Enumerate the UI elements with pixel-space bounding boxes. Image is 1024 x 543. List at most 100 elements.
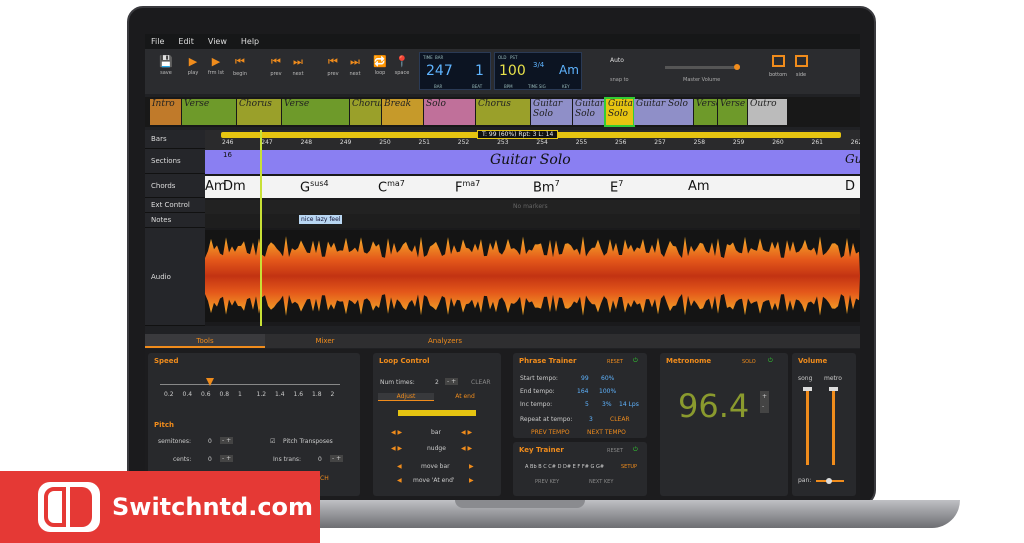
snap-value[interactable]: Auto bbox=[610, 57, 624, 64]
loop-adjust-bar[interactable] bbox=[398, 410, 476, 416]
save-button[interactable]: 💾 save bbox=[155, 55, 177, 76]
nudge-right-arrows[interactable]: ◀ ▶ bbox=[461, 445, 472, 452]
prev-bar-button[interactable]: ⏮ prev bbox=[265, 55, 287, 77]
overview-section[interactable]: Verse bbox=[694, 99, 717, 125]
menu-file[interactable]: File bbox=[151, 37, 164, 46]
master-volume-knob[interactable] bbox=[734, 64, 740, 70]
tab-analyzers[interactable]: Analyzers bbox=[385, 334, 505, 348]
metronome-stepper[interactable]: + - bbox=[760, 391, 770, 413]
chord-label[interactable]: Dm bbox=[223, 179, 246, 194]
semitones-stepper[interactable]: - + bbox=[220, 437, 234, 444]
overview-section[interactable]: Intro bbox=[150, 99, 181, 125]
overview-section[interactable]: Verse bbox=[182, 99, 236, 125]
menu-view[interactable]: View bbox=[208, 37, 227, 46]
song-volume-slider[interactable] bbox=[803, 387, 812, 465]
nudge-left-arrows[interactable]: ◀ ▶ bbox=[391, 445, 402, 452]
pitch-transposes-checkbox[interactable]: ☑ bbox=[270, 438, 275, 445]
key-setup-button[interactable]: SETUP bbox=[621, 464, 637, 470]
key-list[interactable]: A Bb B C C# D D# E F F# G G# bbox=[525, 464, 604, 470]
speed-scale-label: 1.4 bbox=[275, 391, 285, 398]
overview-section[interactable]: Guitar Solo bbox=[604, 97, 635, 127]
num-times-stepper[interactable]: - + bbox=[445, 378, 459, 385]
side-panel-button[interactable]: side bbox=[790, 55, 812, 78]
metronome-power-icon[interactable]: ⏻ bbox=[768, 357, 773, 365]
num-times-clear-button[interactable]: CLEAR bbox=[471, 379, 491, 386]
tab-adjust[interactable]: Adjust bbox=[378, 393, 434, 401]
move-at-end-right[interactable]: ▶ bbox=[469, 477, 474, 484]
note-marker[interactable]: nice lazy feel bbox=[299, 215, 343, 224]
phrase-reset-button[interactable]: RESET bbox=[607, 359, 623, 365]
space-button[interactable]: 📍 space bbox=[391, 55, 413, 76]
metro-volume-slider[interactable] bbox=[829, 387, 838, 465]
move-at-end-left[interactable]: ◀ bbox=[397, 477, 402, 484]
speed-knob[interactable] bbox=[206, 378, 214, 386]
track-bars[interactable]: Bars bbox=[145, 130, 205, 149]
move-bar-right[interactable]: ▶ bbox=[469, 463, 474, 470]
overview-section[interactable]: Verse bbox=[718, 99, 747, 125]
chord-label[interactable]: Fma7 bbox=[455, 179, 480, 195]
bar-left-arrows[interactable]: ◀ ▶ bbox=[391, 429, 402, 436]
chord-label[interactable]: Bm7 bbox=[533, 179, 560, 195]
song-overview[interactable]: IntroVerseChorusVerseChorusBreakSoloChor… bbox=[145, 97, 860, 127]
prev-section-button[interactable]: ⏮ prev bbox=[322, 55, 344, 77]
cents-stepper[interactable]: - + bbox=[220, 455, 234, 462]
overview-section[interactable]: Chorus bbox=[237, 99, 281, 125]
overview-section[interactable]: Guitar Solo bbox=[531, 99, 572, 125]
tab-tools[interactable]: Tools bbox=[145, 334, 265, 348]
master-volume-slider[interactable] bbox=[665, 64, 740, 70]
play-button[interactable]: ▶ play bbox=[182, 55, 204, 76]
prev-key-button[interactable]: PREV KEY bbox=[535, 479, 559, 485]
tab-at-end[interactable]: At end bbox=[437, 393, 493, 400]
phrase-clear-button[interactable]: CLEAR bbox=[610, 416, 630, 423]
key-power-icon[interactable]: ⏻ bbox=[633, 446, 638, 454]
playhead[interactable] bbox=[260, 130, 262, 326]
menu-edit[interactable]: Edit bbox=[178, 37, 194, 46]
chord-label[interactable]: E7 bbox=[610, 179, 623, 195]
panel-side-icon bbox=[794, 55, 808, 67]
chord-root: E bbox=[610, 180, 619, 196]
bar-right-arrows[interactable]: ◀ ▶ bbox=[461, 429, 472, 436]
notes-lane[interactable]: nice lazy feel bbox=[205, 214, 860, 228]
begin-button[interactable]: ⏮ begin bbox=[229, 55, 251, 77]
bar-ruler[interactable]: T: 99 (60%) Rpt: 3 L: 14 246 247 248 249 250… bbox=[205, 130, 860, 150]
chord-lane[interactable]: Am Dm Gsus4 Cma7 Fma7 Bm7 E7 Am D bbox=[205, 176, 860, 198]
next-section-button[interactable]: ⏭ next bbox=[344, 55, 366, 77]
metronome-solo-button[interactable]: SOLO bbox=[742, 359, 756, 365]
key-reset-button[interactable]: RESET bbox=[607, 448, 623, 454]
chord-label[interactable]: Gsus4 bbox=[300, 179, 329, 195]
overview-section[interactable]: Verse bbox=[282, 99, 349, 125]
audio-waveform[interactable] bbox=[205, 230, 860, 322]
overview-section[interactable]: Chorus bbox=[476, 99, 530, 125]
tab-mixer[interactable]: Mixer bbox=[265, 334, 385, 348]
play-from-last-button[interactable]: ▶ frm lst bbox=[205, 55, 227, 76]
chord-label[interactable]: Cma7 bbox=[378, 179, 405, 195]
overview-section[interactable]: Guitar Solo bbox=[573, 99, 605, 125]
overview-section[interactable]: Guitar Solo bbox=[634, 99, 693, 125]
speed-slider[interactable] bbox=[160, 384, 340, 385]
overview-section[interactable]: Solo bbox=[424, 99, 475, 125]
track-sections[interactable]: Sections bbox=[145, 149, 205, 174]
track-ext-control[interactable]: Ext Control bbox=[145, 198, 205, 213]
ins-trans-stepper[interactable]: - + bbox=[330, 455, 344, 462]
ins-trans-value: 0 bbox=[318, 456, 322, 463]
overview-section[interactable]: Outro bbox=[748, 99, 787, 125]
next-bar-button[interactable]: ⏭ next bbox=[287, 55, 309, 77]
prev-tempo-button[interactable]: PREV TEMPO bbox=[531, 429, 570, 436]
track-audio[interactable]: Audio bbox=[145, 228, 205, 326]
section-lane[interactable]: 16 Guitar Solo Gu bbox=[205, 150, 860, 174]
overview-section[interactable]: Break bbox=[382, 99, 423, 125]
ext-control-lane[interactable]: No markers bbox=[205, 200, 860, 214]
chord-label[interactable]: Am bbox=[688, 179, 710, 194]
overview-section[interactable]: Chorus bbox=[350, 99, 381, 125]
loop-button[interactable]: 🔁 loop bbox=[369, 55, 391, 76]
track-notes[interactable]: Notes bbox=[145, 213, 205, 228]
pan-slider[interactable] bbox=[816, 478, 844, 484]
menu-help[interactable]: Help bbox=[241, 37, 259, 46]
next-key-button[interactable]: NEXT KEY bbox=[589, 479, 613, 485]
next-tempo-button[interactable]: NEXT TEMPO bbox=[587, 429, 626, 436]
move-bar-left[interactable]: ◀ bbox=[397, 463, 402, 470]
phrase-power-icon[interactable]: ⏻ bbox=[633, 357, 638, 365]
chord-label[interactable]: D bbox=[845, 179, 855, 194]
track-chords[interactable]: Chords bbox=[145, 174, 205, 198]
bottom-panel-button[interactable]: bottom bbox=[767, 55, 789, 78]
